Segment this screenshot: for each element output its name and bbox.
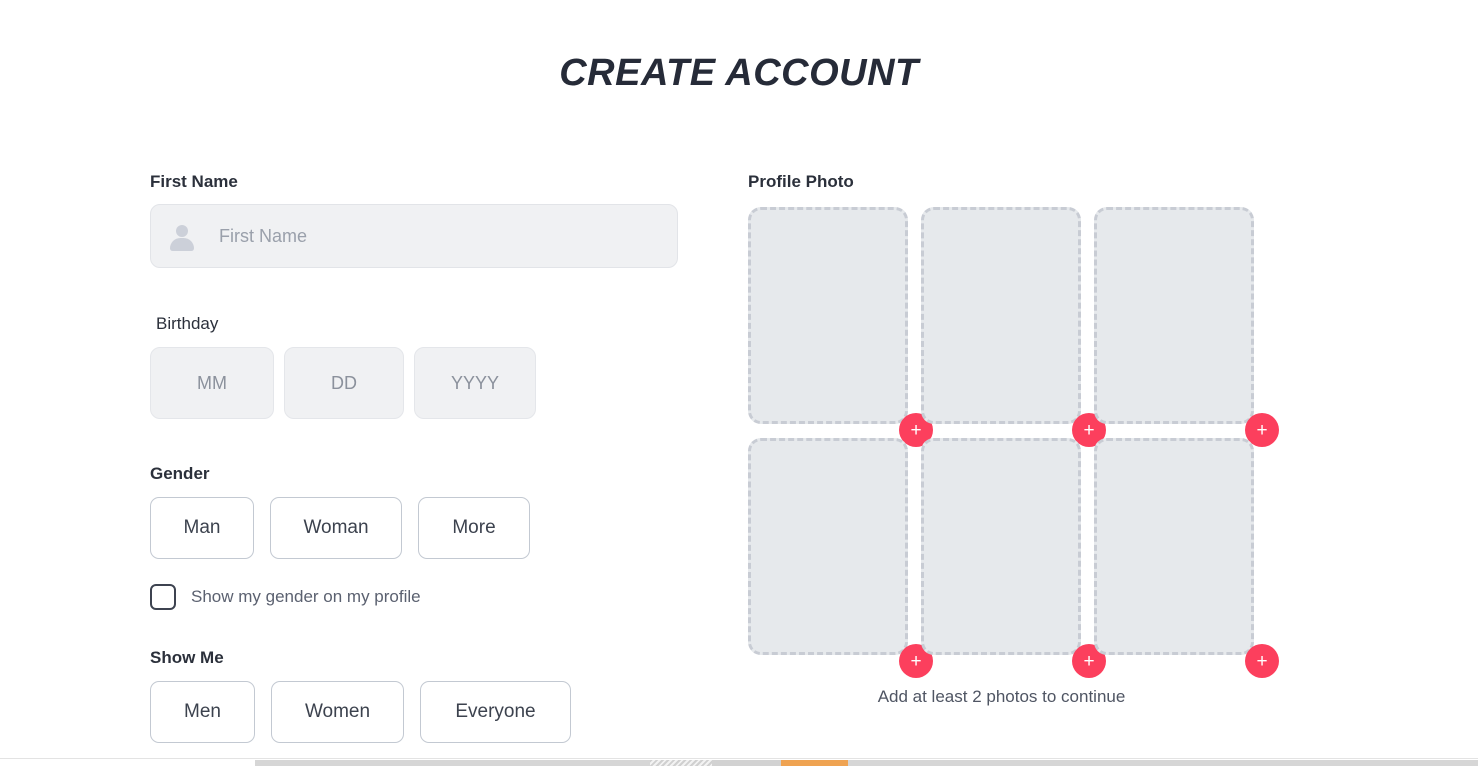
show-gender-row[interactable]: Show my gender on my profile — [150, 584, 690, 610]
show-gender-label: Show my gender on my profile — [191, 587, 421, 606]
strip-segment — [712, 760, 781, 766]
birthday-year-input[interactable]: YYYY — [414, 347, 536, 419]
strip-segment — [0, 760, 255, 766]
photo-slot[interactable]: + — [1094, 438, 1279, 678]
photo-slot[interactable]: + — [921, 207, 1106, 447]
photo-slot[interactable]: + — [748, 438, 933, 678]
first-name-label: First Name — [150, 172, 238, 191]
strip-segment — [781, 760, 848, 766]
show-me-option-women[interactable]: Women — [271, 681, 404, 743]
strip-segment — [848, 760, 1478, 766]
profile-photo-section: Profile Photo + + + + + + Add at least 2… — [748, 172, 1288, 707]
first-name-placeholder: First Name — [219, 225, 308, 246]
plus-icon[interactable]: + — [1245, 644, 1279, 678]
signup-form: First Name First Name Birthday MM DD YYY… — [150, 172, 690, 743]
strip-segment — [255, 760, 650, 766]
photo-slot[interactable]: + — [1094, 207, 1279, 447]
strip-segment — [650, 760, 712, 766]
person-icon — [169, 223, 195, 251]
gender-options: Man Woman More — [150, 497, 690, 559]
show-me-options: Men Women Everyone — [150, 681, 690, 743]
birthday-inputs: MM DD YYYY — [150, 347, 690, 419]
birthday-month-input[interactable]: MM — [150, 347, 274, 419]
first-name-input[interactable]: First Name — [150, 204, 678, 268]
gender-option-woman[interactable]: Woman — [270, 497, 402, 559]
page-title: CREATE ACCOUNT — [559, 52, 919, 94]
gender-label: Gender — [150, 464, 210, 483]
birthday-day-input[interactable]: DD — [284, 347, 404, 419]
bottom-browser-strip — [0, 758, 1478, 766]
show-me-option-men[interactable]: Men — [150, 681, 255, 743]
photo-slot[interactable]: + — [921, 438, 1106, 678]
show-me-option-everyone[interactable]: Everyone — [420, 681, 571, 743]
photos-hint: Add at least 2 photos to continue — [877, 687, 1126, 706]
show-me-label: Show Me — [150, 648, 224, 667]
profile-photo-label: Profile Photo — [748, 172, 854, 191]
birthday-label: Birthday — [156, 314, 219, 333]
gender-option-more[interactable]: More — [418, 497, 530, 559]
photo-slot[interactable]: + — [748, 207, 933, 447]
photo-grid: + + + + + + — [748, 207, 1288, 678]
show-gender-checkbox[interactable] — [150, 584, 176, 610]
gender-option-man[interactable]: Man — [150, 497, 254, 559]
